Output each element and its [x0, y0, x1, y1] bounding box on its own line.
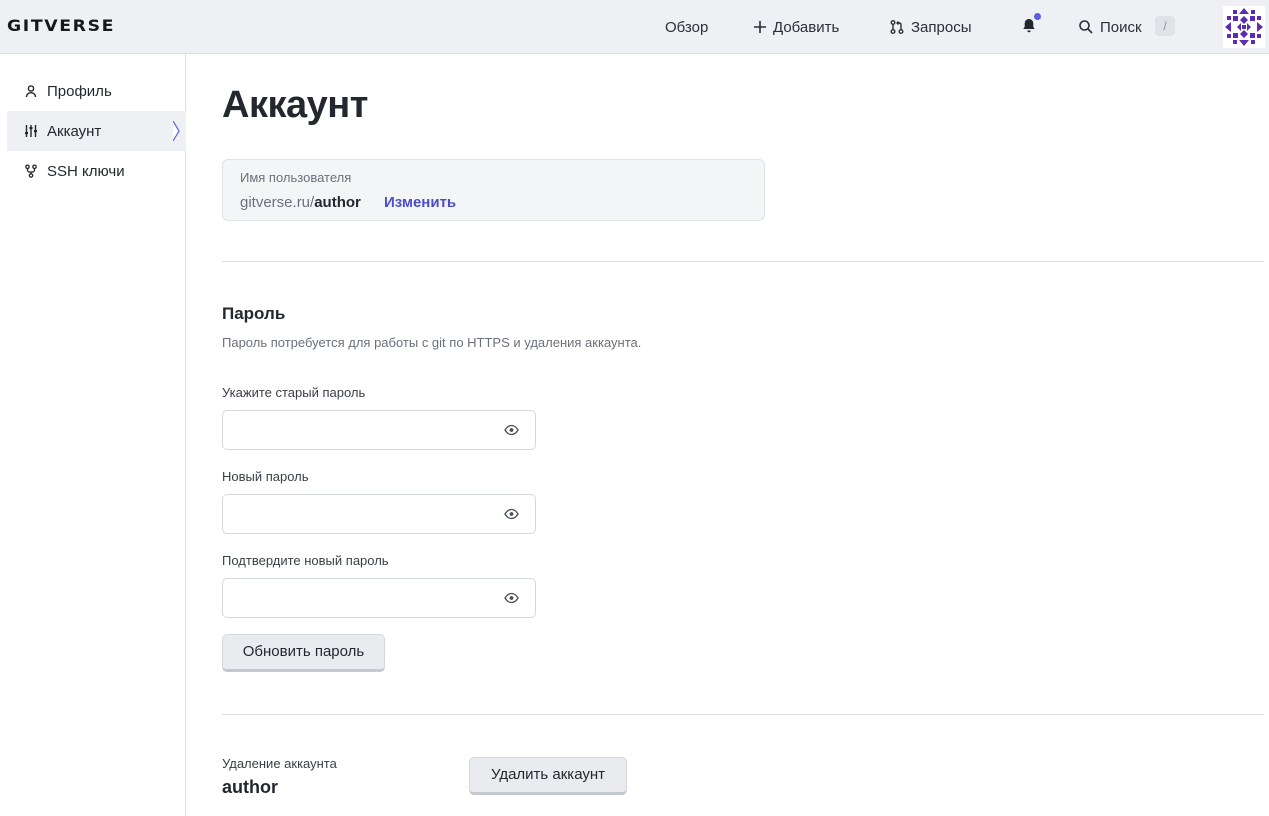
- user-avatar[interactable]: [1223, 6, 1265, 48]
- search-label: Поиск: [1100, 18, 1142, 36]
- sidebar-item-profile[interactable]: Профиль: [7, 71, 186, 111]
- change-username-link[interactable]: Изменить: [384, 194, 456, 211]
- update-password-button[interactable]: Обновить пароль: [222, 634, 385, 672]
- sidebar-item-ssh-keys[interactable]: SSH ключи: [7, 151, 186, 191]
- password-section-description: Пароль потребуется для работы с git по H…: [222, 335, 642, 350]
- sidebar-item-label: Профиль: [47, 82, 112, 100]
- section-divider: [222, 714, 1264, 715]
- username-domain: gitverse.ru/: [240, 194, 315, 211]
- delete-account-username: author: [222, 777, 278, 797]
- username-value: gitverse.ru/author: [240, 194, 361, 211]
- confirm-password-input[interactable]: [223, 579, 517, 617]
- delete-account-label: Удаление аккаунта: [222, 756, 337, 771]
- key-fork-icon: [25, 164, 37, 178]
- confirm-password-label: Подтвердите новый пароль: [222, 553, 389, 568]
- confirm-password-field: [222, 578, 536, 618]
- nav-add[interactable]: Добавить: [753, 17, 839, 37]
- user-icon: [25, 85, 37, 98]
- nav-overview[interactable]: Обзор: [665, 17, 708, 37]
- eye-icon[interactable]: [504, 508, 519, 520]
- new-password-label: Новый пароль: [222, 469, 309, 484]
- nav-requests-label: Запросы: [911, 18, 972, 36]
- nav-add-label: Добавить: [773, 18, 840, 36]
- sidebar-item-label: Аккаунт: [47, 122, 102, 140]
- new-password-input[interactable]: [223, 495, 517, 533]
- settings-sidebar: Профиль Аккаунт SSH ключи: [0, 54, 186, 816]
- pull-request-icon: [890, 20, 904, 34]
- nav-overview-label: Обзор: [665, 18, 709, 36]
- old-password-label: Укажите старый пароль: [222, 385, 366, 400]
- sidebar-item-account[interactable]: Аккаунт: [7, 111, 186, 151]
- delete-account-button[interactable]: Удалить аккаунт: [469, 757, 627, 795]
- nav-requests[interactable]: Запросы: [889, 17, 972, 37]
- username-text: author: [314, 194, 361, 211]
- search-shortcut-badge: /: [1155, 16, 1175, 36]
- sidebar-item-label: SSH ключи: [47, 162, 125, 180]
- eye-icon[interactable]: [504, 592, 519, 604]
- section-divider: [222, 261, 1264, 262]
- new-password-field: [222, 494, 536, 534]
- username-card: Имя пользователя gitverse.ru/author Изме…: [222, 159, 765, 221]
- old-password-input[interactable]: [223, 411, 517, 449]
- password-section-title: Пароль: [222, 304, 286, 323]
- gitverse-logo[interactable]: GITVERSE: [7, 16, 115, 35]
- sliders-icon: [25, 125, 37, 137]
- search-button[interactable]: Поиск: [1078, 17, 1142, 37]
- page-title: Аккаунт: [222, 84, 368, 126]
- notification-dot: [1034, 13, 1041, 20]
- active-indicator: [173, 121, 180, 141]
- old-password-field: [222, 410, 536, 450]
- plus-icon: [754, 21, 766, 33]
- search-icon: [1079, 20, 1093, 34]
- top-header: GITVERSE Обзор Добавить Запросы Поиск /: [0, 0, 1269, 54]
- username-label: Имя пользователя: [240, 170, 352, 185]
- eye-icon[interactable]: [504, 424, 519, 436]
